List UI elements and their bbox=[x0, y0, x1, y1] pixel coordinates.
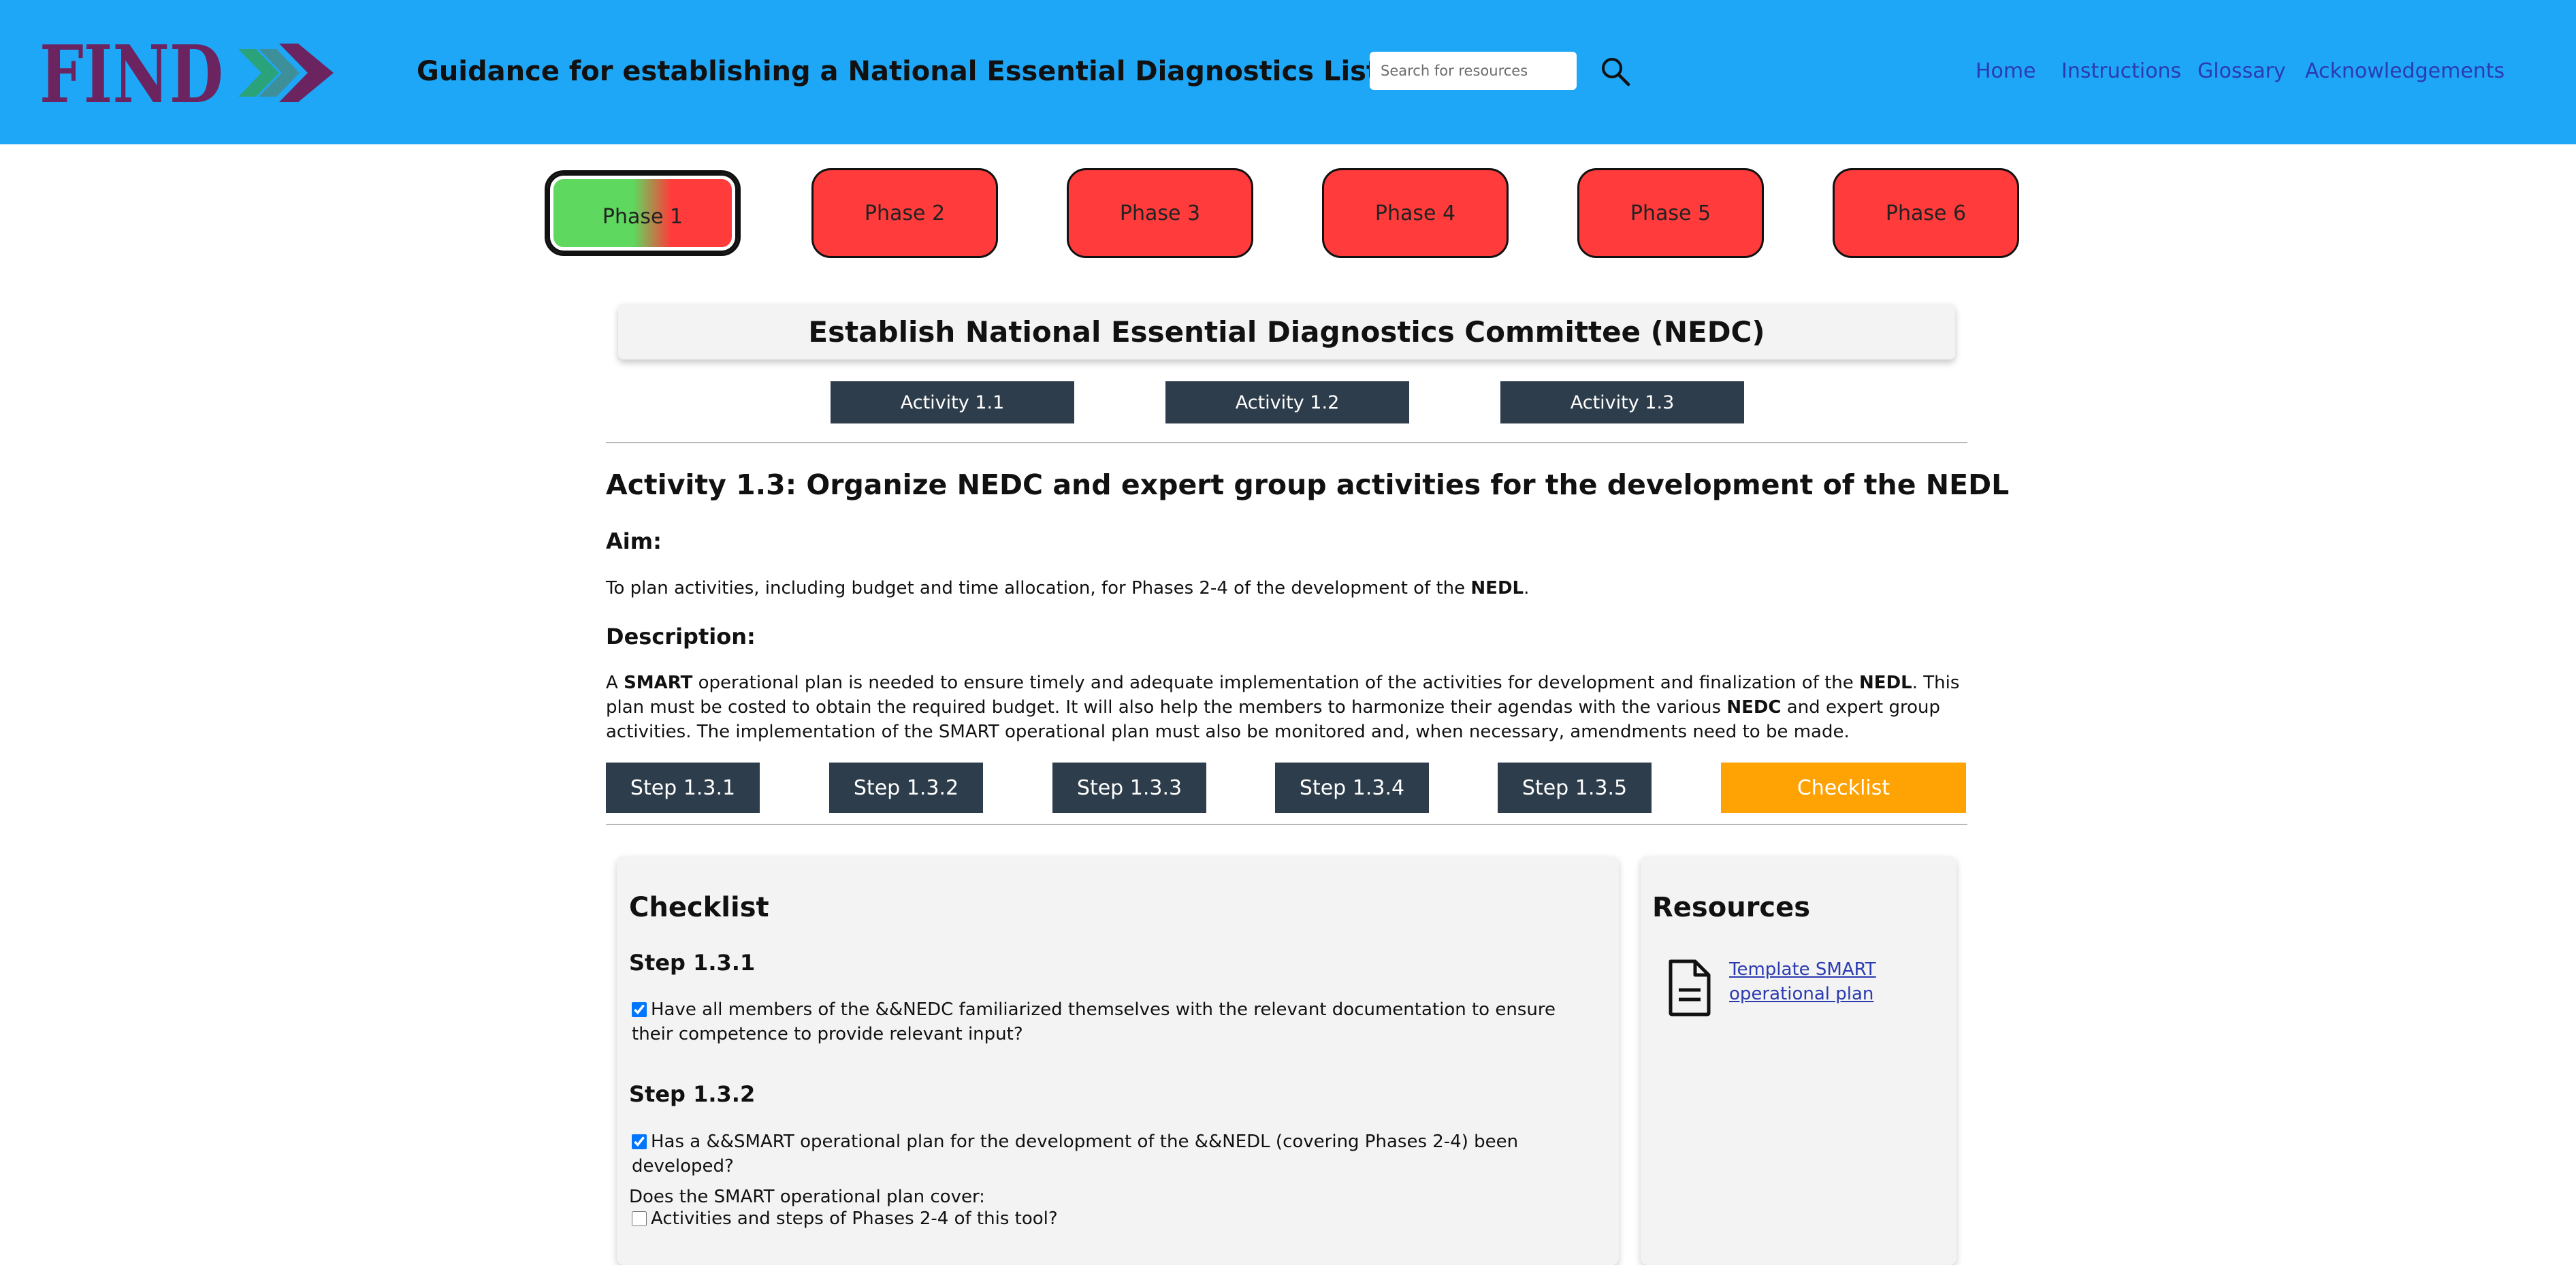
checklist-checkbox[interactable] bbox=[632, 1134, 647, 1149]
phase-4-button[interactable]: Phase 4 bbox=[1322, 168, 1509, 258]
aim-text: To plan activities, including budget and… bbox=[606, 578, 1530, 598]
nav-instructions[interactable]: Instructions bbox=[2061, 59, 2181, 83]
activity-1-1-button[interactable]: Activity 1.1 bbox=[831, 381, 1074, 423]
activity-heading: Activity 1.3: Organize NEDC and expert g… bbox=[606, 468, 2010, 501]
checklist-step-label: Step 1.3.2 bbox=[629, 1081, 756, 1107]
checklist-checkbox[interactable] bbox=[632, 1002, 647, 1017]
checklist-checkbox[interactable] bbox=[632, 1211, 647, 1226]
checklist-title: Checklist bbox=[629, 892, 769, 923]
checklist-button[interactable]: Checklist bbox=[1721, 763, 1966, 813]
resources-title: Resources bbox=[1652, 892, 1811, 923]
step-1-3-2-button[interactable]: Step 1.3.2 bbox=[829, 763, 983, 813]
main-nav: Home Instructions Glossary Acknowledgeme… bbox=[0, 59, 2576, 86]
phase-1-button[interactable]: Phase 1 bbox=[545, 170, 741, 256]
step-1-3-4-button[interactable]: Step 1.3.4 bbox=[1275, 763, 1429, 813]
aim-label: Aim: bbox=[606, 528, 662, 554]
nav-home[interactable]: Home bbox=[1976, 59, 2036, 83]
nav-acknowledgements[interactable]: Acknowledgements bbox=[2305, 59, 2505, 83]
step-1-3-1-button[interactable]: Step 1.3.1 bbox=[606, 763, 760, 813]
step-1-3-5-button[interactable]: Step 1.3.5 bbox=[1498, 763, 1652, 813]
checklist-question: Does the SMART operational plan cover: bbox=[629, 1187, 985, 1207]
phase-5-button[interactable]: Phase 5 bbox=[1577, 168, 1764, 258]
phase-3-button[interactable]: Phase 3 bbox=[1067, 168, 1253, 258]
phase-6-button[interactable]: Phase 6 bbox=[1833, 168, 2019, 258]
checklist-item: Has a &&SMART operational plan for the d… bbox=[632, 1132, 1519, 1176]
description-text: A SMART operational plan is needed to en… bbox=[606, 673, 1960, 742]
checklist-step-label: Step 1.3.1 bbox=[629, 950, 756, 976]
activity-1-3-button[interactable]: Activity 1.3 bbox=[1500, 381, 1744, 423]
site-header: FIND Guidance for establishing a Nationa… bbox=[0, 0, 2576, 144]
document-icon bbox=[1669, 959, 1711, 1016]
section-title: Establish National Essential Diagnostics… bbox=[618, 304, 1955, 359]
activity-1-2-button[interactable]: Activity 1.2 bbox=[1165, 381, 1409, 423]
divider bbox=[606, 824, 1967, 825]
step-1-3-3-button[interactable]: Step 1.3.3 bbox=[1052, 763, 1206, 813]
nav-glossary[interactable]: Glossary bbox=[2197, 59, 2286, 83]
template-smart-plan-link[interactable]: Template SMART operational plan bbox=[1729, 957, 1906, 1006]
description-label: Description: bbox=[606, 624, 756, 650]
checklist-item: Activities and steps of Phases 2-4 of th… bbox=[632, 1206, 1571, 1231]
divider bbox=[606, 442, 1967, 443]
checklist-item: Have all members of the &&NEDC familiari… bbox=[632, 999, 1556, 1044]
phase-2-button[interactable]: Phase 2 bbox=[811, 168, 998, 258]
